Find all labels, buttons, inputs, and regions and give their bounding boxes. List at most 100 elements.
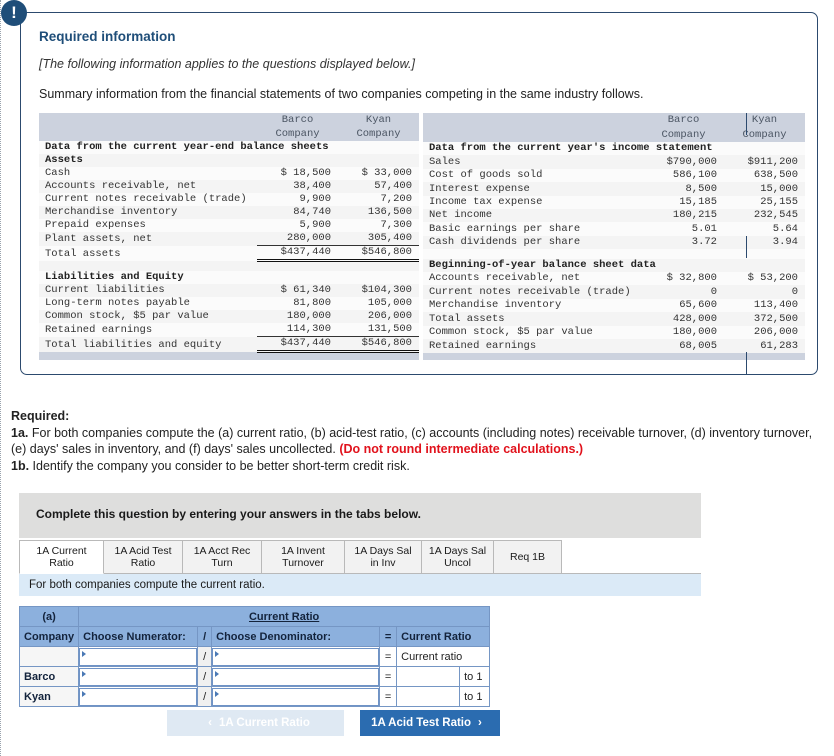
tab-1a-current-ratio[interactable]: 1A Current Ratio [19, 540, 104, 574]
numerator-select[interactable] [78, 646, 199, 667]
required-section: Required: 1a. For both companies compute… [11, 408, 821, 474]
no-round-warning: (Do not round intermediate calculations.… [339, 442, 584, 456]
table-row: Kyan / = to 1 [18, 686, 491, 707]
tab-prompt-strip: For both companies compute the current r… [19, 574, 701, 596]
chevron-right-icon: › [478, 717, 482, 729]
table-row: Merchandise inventory 84,740 136,500 [39, 206, 419, 219]
required-item-1b: 1b. Identify the company you consider to… [11, 458, 821, 475]
header-result: Current Ratio [396, 626, 491, 647]
income-statement-table: Barco Kyan Company Company Data from the… [423, 113, 805, 360]
table-row: Interest expense 8,500 15,000 [423, 182, 805, 196]
table-row: Current liabilities $ 61,340 $104,300 [39, 284, 419, 297]
next-tab-label: 1A Acid Test Ratio [371, 717, 472, 729]
table-row: Long-term notes payable 81,800 105,000 [39, 297, 419, 310]
nav-buttons: ‹ 1A Current Ratio 1A Acid Test Ratio › [167, 710, 500, 736]
required-item-1a-label: 1a. [11, 425, 29, 440]
tab-label: 1A Days Sal Uncol [428, 545, 487, 569]
header-denominator: Choose Denominator: [211, 626, 381, 647]
row-to1: to 1 [459, 666, 491, 687]
tab-1a-days-sal-in-inv[interactable]: 1A Days Sal in Inv [344, 540, 422, 573]
denominator-select[interactable] [211, 666, 381, 687]
table-subheader-row: Company Company [39, 127, 419, 141]
table-row: Cost of goods sold 586,100 638,500 [423, 168, 805, 183]
tab-prompt-text: For both companies compute the current r… [29, 579, 265, 591]
col-header-kyan: Kyan [338, 113, 419, 127]
result-input-barco[interactable] [396, 666, 461, 687]
table-row: Common stock, $5 par value 180,000 206,0… [423, 325, 805, 340]
table-row: Cash dividends per share 3.72 3.94 [423, 235, 805, 250]
row-to1: to 1 [459, 686, 491, 707]
table-subheader-row: Company Company [423, 127, 805, 142]
prev-tab-label: 1A Current Ratio [218, 717, 310, 729]
numerator-dropdown-icon[interactable] [79, 687, 198, 706]
table-row: Accounts receivable, net 38,400 57,400 [39, 180, 419, 193]
denominator-dropdown-icon[interactable] [212, 687, 380, 706]
numerator-select[interactable] [78, 686, 199, 707]
numerator-dropdown-icon[interactable] [79, 667, 198, 686]
denominator-dropdown-icon[interactable] [212, 667, 380, 686]
table-row: Current notes receivable (trade) 9,900 7… [39, 193, 419, 206]
tab-1a-days-sal-uncol[interactable]: 1A Days Sal Uncol [421, 540, 494, 573]
prev-tab-button[interactable]: ‹ 1A Current Ratio [167, 710, 344, 736]
next-tab-button[interactable]: 1A Acid Test Ratio › [360, 710, 500, 736]
col-subheader-barco: Company [643, 127, 724, 142]
row-result-label: Current ratio [396, 646, 491, 667]
text-caret-artifact [746, 113, 747, 135]
col-subheader-kyan: Company [338, 127, 419, 141]
table-footer-band [423, 352, 805, 360]
row-equals: = [379, 686, 398, 707]
header-equals: = [379, 626, 398, 647]
header-numerator: Choose Numerator: [78, 626, 199, 647]
text-caret-artifact [746, 236, 747, 258]
page-root: ! Required information [The following in… [0, 0, 834, 756]
tab-bar: 1A Current Ratio 1A Acid Test Ratio 1A A… [19, 540, 701, 574]
row-company [18, 646, 80, 667]
table-row: Accounts receivable, net $ 32,800 $ 53,2… [423, 272, 805, 286]
denominator-select[interactable] [211, 686, 381, 707]
table-row: Total assets 428,000 372,500 [423, 312, 805, 326]
required-item-1a: 1a. For both companies compute the (a) c… [11, 425, 821, 458]
header-slash: / [197, 626, 213, 647]
row-company-barco: Barco [18, 666, 80, 687]
table-section-heading: Data from the current year-end balance s… [39, 141, 419, 154]
row-company-kyan: Kyan [18, 686, 80, 707]
col-header-barco: Barco [257, 113, 338, 127]
table-row: Merchandise inventory 65,600 113,400 [423, 298, 805, 313]
result-input-kyan[interactable] [396, 686, 461, 707]
table-section-subheading: Assets [39, 154, 419, 167]
numerator-select[interactable] [78, 666, 199, 687]
text-caret-artifact [746, 352, 747, 374]
table-footer-band [39, 351, 419, 360]
part-label: (a) [18, 606, 80, 627]
exclamation-icon: ! [1, 0, 27, 26]
required-item-1b-label: 1b. [11, 458, 30, 473]
tab-label: 1A Acid Test Ratio [114, 545, 172, 569]
required-item-1b-text: Identify the company you consider to be … [29, 458, 410, 473]
grid-title: Current Ratio [78, 606, 491, 627]
grid-title-row: (a) Current Ratio [18, 606, 491, 627]
row-equals: = [379, 646, 398, 667]
numerator-dropdown-icon[interactable] [79, 647, 198, 666]
denominator-dropdown-icon[interactable] [212, 647, 380, 666]
denominator-select[interactable] [211, 646, 381, 667]
table-total-row: Total liabilities and equity $437,440 $5… [39, 336, 419, 353]
tab-1a-invent-turnover[interactable]: 1A Invent Turnover [261, 540, 345, 573]
row-slash: / [197, 646, 213, 667]
financial-data-area: Barco Kyan Company Company Data from the… [39, 113, 805, 360]
complete-question-bar: Complete this question by entering your … [19, 493, 701, 538]
grid-header-row: Company Choose Numerator: / Choose Denom… [18, 626, 491, 647]
tab-req-1b[interactable]: Req 1B [493, 540, 562, 573]
row-equals: = [379, 666, 398, 687]
tab-1a-acct-rec-turn[interactable]: 1A Acct Rec Turn [182, 540, 262, 573]
table-section-heading: Beginning-of-year balance sheet data [423, 258, 805, 272]
table-row: Plant assets, net 280,000 305,400 [39, 232, 419, 246]
header-company: Company [18, 626, 80, 647]
applies-note: [The following information applies to th… [39, 57, 415, 71]
table-header-row: Barco Kyan [423, 113, 805, 128]
table-row: Barco / = to 1 [18, 666, 491, 687]
current-ratio-answer-grid: (a) Current Ratio Company Choose Numerat… [18, 606, 491, 707]
tab-label: 1A Invent Turnover [281, 545, 325, 569]
table-row: / = Current ratio [18, 646, 491, 667]
table-section-heading: Data from the current year's income stat… [423, 141, 805, 156]
tab-1a-acid-test-ratio[interactable]: 1A Acid Test Ratio [103, 540, 183, 573]
